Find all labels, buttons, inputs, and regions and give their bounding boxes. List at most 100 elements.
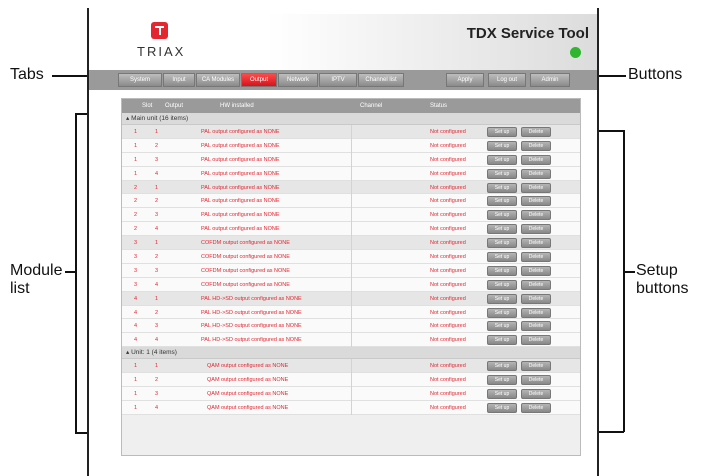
cell-output: 4 (155, 226, 159, 233)
delete-button[interactable]: Delete (521, 127, 551, 137)
tab-network[interactable]: Network (278, 73, 318, 87)
table-row[interactable]: 2 3 PAL output configured as NONE Not confi… (122, 208, 580, 223)
table-row[interactable]: 1 2 PAL output configured as NONE Not confi… (122, 138, 580, 153)
setup-button[interactable]: Set up (487, 361, 517, 372)
setup-button[interactable]: Set up (487, 389, 517, 400)
delete-button[interactable]: Delete (521, 168, 551, 179)
tab-system[interactable]: System (118, 73, 162, 87)
delete-button[interactable]: Delete (521, 361, 551, 372)
cell-output: 3 (155, 267, 159, 274)
annotation-setup-buttons: Setup buttons (636, 262, 688, 298)
table-row[interactable]: 1 2 QAM output configured as NONE Not confi… (122, 373, 580, 388)
tab-output[interactable]: Output (241, 73, 277, 87)
group-header[interactable]: ▴ Unit: 1 (4 items) (122, 347, 580, 360)
table-row[interactable]: 2 2 PAL output configured as NONE Not confi… (122, 194, 580, 209)
setup-button[interactable]: Set up (487, 210, 517, 221)
setup-button[interactable]: Set up (487, 252, 517, 263)
tab-iptv[interactable]: IPTV (319, 73, 357, 87)
column-divider (351, 194, 352, 209)
delete-button[interactable]: Delete (521, 279, 551, 290)
col-output: Output (165, 103, 184, 109)
admin-button[interactable]: Admin (530, 73, 570, 87)
apply-button[interactable]: Apply (446, 73, 484, 87)
column-header: Slot Output HW installed Channel Status (122, 99, 580, 113)
delete-button[interactable]: Delete (521, 335, 551, 346)
table-row[interactable]: 2 1 PAL output configured as NONE Not confi… (122, 180, 580, 195)
delete-button[interactable]: Delete (521, 210, 551, 221)
tab-channel-list[interactable]: Channel list (358, 73, 404, 87)
setup-button[interactable]: Set up (487, 375, 517, 386)
cell-output: 2 (155, 198, 159, 205)
table-row[interactable]: 4 1 PAL HD->SD output configured as NONE No… (122, 291, 580, 306)
cell-hw-installed: PAL HD->SD output configured as NONE (201, 337, 302, 344)
table-row[interactable]: 1 4 QAM output configured as NONE Not confi… (122, 400, 580, 415)
delete-button[interactable]: Delete (521, 224, 551, 235)
delete-button[interactable]: Delete (521, 293, 551, 304)
status-led-icon (570, 47, 581, 58)
setup-button[interactable]: Set up (487, 321, 517, 332)
action-buttons: Apply Log out Admin (446, 73, 570, 87)
annotation-tabs: Tabs (10, 66, 44, 83)
table-row[interactable]: 3 4 COFDM output configured as NONE Not con… (122, 277, 580, 292)
triax-logo-icon (151, 22, 168, 39)
setup-button[interactable]: Set up (487, 265, 517, 276)
table-row[interactable]: 3 1 COFDM output configured as NONE Not con… (122, 236, 580, 251)
delete-button[interactable]: Delete (521, 389, 551, 400)
setup-button[interactable]: Set up (487, 140, 517, 151)
setup-button[interactable]: Set up (487, 168, 517, 179)
table-row[interactable]: 1 1 PAL output configured as NONE Not confi… (122, 125, 580, 139)
column-divider (351, 263, 352, 278)
cell-slot: 3 (134, 281, 138, 288)
cell-output: 2 (155, 309, 159, 316)
delete-button[interactable]: Delete (521, 375, 551, 386)
tab-bar: System Input CA Modules Output Network IPTV Ch… (89, 70, 597, 90)
delete-button[interactable]: Delete (521, 265, 551, 276)
delete-button[interactable]: Delete (521, 321, 551, 332)
setup-button[interactable]: Set up (487, 293, 517, 304)
column-divider (351, 400, 352, 415)
table-row[interactable]: 1 4 PAL output configured as NONE Not confi… (122, 166, 580, 181)
cell-status: Not configured (430, 184, 466, 191)
column-divider (351, 333, 352, 348)
setup-button[interactable]: Set up (487, 182, 517, 193)
tab-ca-modules[interactable]: CA Modules (196, 73, 240, 87)
setup-tick (624, 271, 635, 273)
table-row[interactable]: 4 4 PAL HD->SD output configured as NONE No… (122, 333, 580, 348)
delete-button[interactable]: Delete (521, 252, 551, 263)
delete-button[interactable]: Delete (521, 307, 551, 318)
cell-output: 2 (155, 377, 159, 384)
delete-button[interactable]: Delete (521, 182, 551, 193)
group-header[interactable]: ▴ Main unit (16 items) (122, 113, 580, 125)
setup-button[interactable]: Set up (487, 335, 517, 346)
setup-button[interactable]: Set up (487, 127, 517, 137)
setup-button[interactable]: Set up (487, 307, 517, 318)
table-row[interactable]: 3 3 COFDM output configured as NONE Not con… (122, 263, 580, 278)
delete-button[interactable]: Delete (521, 238, 551, 249)
table-row[interactable]: 3 2 COFDM output configured as NONE Not con… (122, 250, 580, 265)
cell-hw-installed: PAL HD->SD output configured as NONE (201, 295, 302, 302)
delete-button[interactable]: Delete (521, 140, 551, 151)
setup-button[interactable]: Set up (487, 279, 517, 290)
module-list-panel: Slot Output HW installed Channel Status … (121, 98, 581, 456)
module-list-tick (65, 271, 75, 273)
delete-button[interactable]: Delete (521, 196, 551, 207)
delete-button[interactable]: Delete (521, 402, 551, 413)
annotation-setup-line1: Setup (636, 262, 678, 279)
cell-slot: 1 (134, 404, 138, 411)
setup-button[interactable]: Set up (487, 196, 517, 207)
cell-status: Not configured (430, 142, 466, 149)
setup-button[interactable]: Set up (487, 238, 517, 249)
table-row[interactable]: 2 4 PAL output configured as NONE Not confi… (122, 222, 580, 237)
table-row[interactable]: 1 1 QAM output configured as NONE Not confi… (122, 359, 580, 374)
table-row[interactable]: 4 2 PAL HD->SD output configured as NONE No… (122, 305, 580, 320)
delete-button[interactable]: Delete (521, 154, 551, 165)
tab-input[interactable]: Input (163, 73, 195, 87)
table-row[interactable]: 4 3 PAL HD->SD output configured as NONE No… (122, 319, 580, 334)
setup-button[interactable]: Set up (487, 224, 517, 235)
cell-output: 4 (155, 404, 159, 411)
log-out-button[interactable]: Log out (488, 73, 526, 87)
table-row[interactable]: 1 3 PAL output configured as NONE Not confi… (122, 152, 580, 167)
table-row[interactable]: 1 3 QAM output configured as NONE Not confi… (122, 387, 580, 402)
setup-button[interactable]: Set up (487, 402, 517, 413)
setup-button[interactable]: Set up (487, 154, 517, 165)
